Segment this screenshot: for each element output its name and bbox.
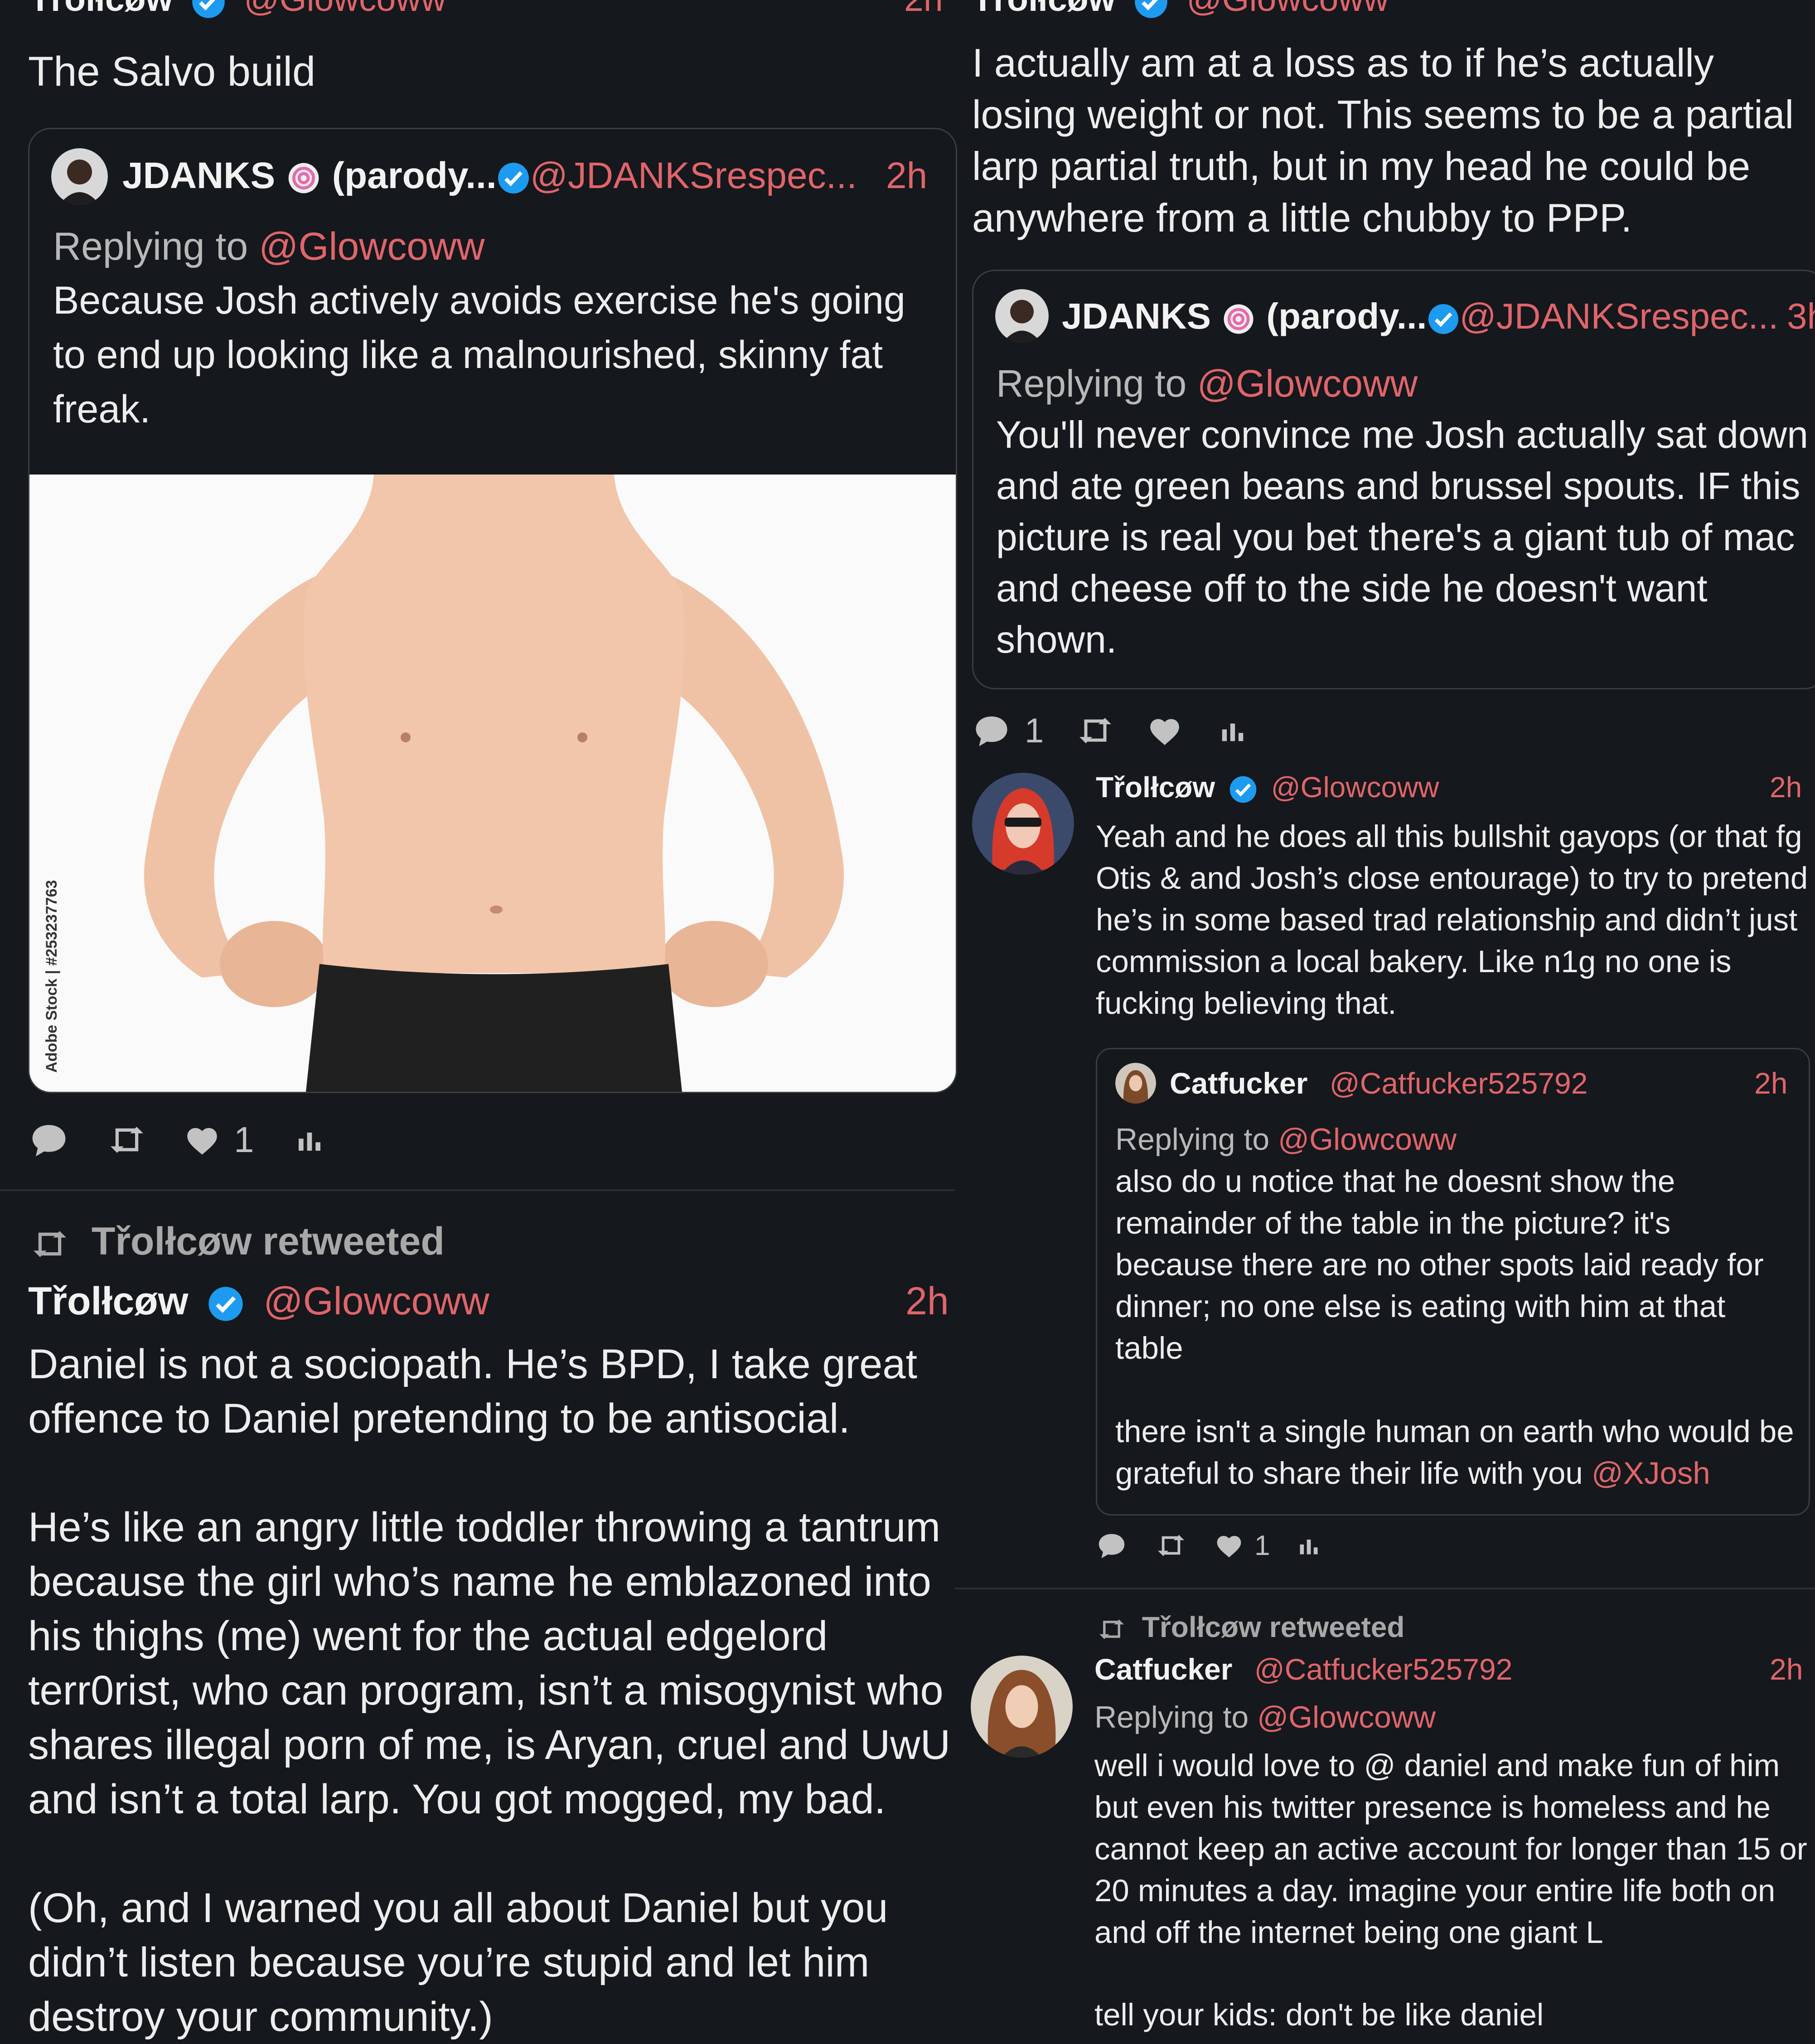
replying-to: Replying to @Glowcoww bbox=[1094, 1700, 1436, 1734]
tweet-time[interactable]: 2h bbox=[904, 0, 943, 17]
quoted-tweet[interactable]: Catfucker @Catfucker525792 2h Replying t… bbox=[1096, 1048, 1810, 1516]
user-handle[interactable]: @Catfucker525792 bbox=[1330, 1066, 1588, 1100]
analytics-icon[interactable] bbox=[1219, 717, 1247, 745]
quote-time[interactable]: 2h bbox=[886, 157, 927, 194]
user-handle[interactable]: @JDANKSrespec... bbox=[530, 155, 857, 196]
tweet-photo[interactable]: Adobe Stock | #253237763 bbox=[29, 475, 956, 1092]
tweet-time[interactable]: 2h bbox=[1770, 1654, 1803, 1684]
quote-time[interactable]: 3h bbox=[1787, 298, 1815, 334]
avatar[interactable] bbox=[51, 148, 108, 205]
display-name[interactable]: Catfucker bbox=[1094, 1652, 1232, 1686]
retweet-icon[interactable] bbox=[1075, 715, 1115, 746]
display-name[interactable]: Třolłcøw bbox=[972, 0, 1116, 19]
tweet-header: Třolłcøw @Glowcoww bbox=[972, 0, 1389, 19]
display-name[interactable]: JDANKS bbox=[122, 155, 275, 196]
verified-badge-icon bbox=[498, 163, 529, 194]
shirtless-torso-photo: Adobe Stock | #253237763 bbox=[29, 475, 956, 1092]
reply-count: 1 bbox=[1025, 711, 1044, 750]
avatar[interactable] bbox=[972, 773, 1074, 875]
verified-badge-icon bbox=[1135, 0, 1167, 18]
quote-header: JDANKS (parody... @JDANKSrespec... bbox=[122, 157, 857, 196]
tweet-paragraph: Daniel is not a sociopath. He’s BPD, I t… bbox=[28, 1341, 918, 1442]
verified-badge-icon bbox=[1229, 776, 1257, 803]
replying-to: Replying to @Glowcoww bbox=[996, 362, 1418, 405]
tweet-text: tell your kids: don't be like daniel bbox=[1094, 1997, 1544, 2032]
display-name[interactable]: Catfucker bbox=[1170, 1066, 1307, 1100]
tweet-time[interactable]: 2h bbox=[905, 1282, 949, 1321]
quote-text: also do u notice that he doesnt show the… bbox=[1115, 1164, 1764, 1366]
name-suffix: (parody... bbox=[1266, 296, 1427, 336]
display-name[interactable]: Třolłcøw bbox=[1096, 771, 1215, 804]
like-icon[interactable] bbox=[184, 1124, 220, 1156]
quoted-tweet[interactable]: JDANKS (parody... @JDANKSrespec... 3h Rep… bbox=[972, 270, 1815, 689]
tweet-time[interactable]: 2h bbox=[1770, 773, 1802, 802]
user-handle[interactable]: @JDANKSrespec... bbox=[1460, 296, 1779, 336]
retweet-icon[interactable] bbox=[106, 1124, 148, 1156]
retweet-label: Třolłcøw retweeted bbox=[1096, 1610, 1404, 1644]
tweet-divider bbox=[954, 1588, 1815, 1589]
reply-icon[interactable] bbox=[28, 1122, 70, 1158]
analytics-icon[interactable] bbox=[1297, 1534, 1321, 1557]
like-count: 1 bbox=[234, 1119, 254, 1160]
reply-icon[interactable] bbox=[972, 713, 1011, 748]
replying-to: Replying to @Glowcoww bbox=[1115, 1122, 1457, 1157]
tweet-header: Třolłcøw @Glowcoww bbox=[29, 0, 446, 19]
quote-time[interactable]: 2h bbox=[1754, 1068, 1787, 1098]
tweet-actions: 1 bbox=[972, 712, 1247, 750]
tweet-divider bbox=[0, 1189, 954, 1191]
quote-text: there isn't a single human on earth who … bbox=[1115, 1414, 1794, 1491]
tweet-header: Catfucker @Catfucker525792 bbox=[1094, 1654, 1512, 1684]
photo-watermark: Adobe Stock | #253237763 bbox=[43, 880, 60, 1073]
quote-header: Catfucker @Catfucker525792 bbox=[1170, 1068, 1588, 1098]
verified-badge-icon bbox=[192, 0, 225, 18]
tweet-paragraph: He’s like an angry little toddler throwi… bbox=[28, 1504, 951, 1822]
tweet-actions: 1 bbox=[28, 1119, 324, 1160]
name-suffix: (parody... bbox=[332, 155, 497, 196]
tweet-text: Yeah and he does all this bullshit gayop… bbox=[1096, 819, 1808, 1021]
tweet-text: The Salvo build bbox=[28, 48, 316, 95]
like-icon[interactable] bbox=[1215, 1532, 1244, 1559]
replying-to: Replying to @Glowcoww bbox=[53, 225, 485, 268]
quote-text: Because Josh actively avoids exercise he… bbox=[53, 279, 905, 431]
tweet-text: well i would love to @ daniel and make f… bbox=[1094, 1748, 1807, 1950]
mention-link[interactable]: @XJosh bbox=[1592, 1456, 1710, 1491]
quote-header: JDANKS (parody... @JDANKSrespec... bbox=[1062, 298, 1778, 337]
tweet-actions: 1 bbox=[1096, 1530, 1321, 1561]
retweet-icon[interactable] bbox=[1155, 1532, 1187, 1559]
verified-badge-icon bbox=[208, 1287, 243, 1321]
tweet-paragraph: (Oh, and I warned you all about Daniel b… bbox=[28, 1885, 888, 2040]
tweet-header: Třolłcøw @Glowcoww bbox=[1096, 773, 1439, 804]
verified-badge-icon bbox=[1428, 304, 1458, 334]
user-handle[interactable]: @Glowcoww bbox=[1186, 0, 1389, 19]
user-handle[interactable]: @Glowcoww bbox=[1271, 771, 1439, 804]
tweet-header: Třolłcøw @Glowcoww bbox=[28, 1282, 489, 1322]
display-name[interactable]: JDANKS bbox=[1062, 296, 1211, 336]
display-name[interactable]: Třolłcøw bbox=[29, 0, 173, 19]
retweet-label: Třolłcøw retweeted bbox=[28, 1219, 445, 1264]
like-count: 1 bbox=[1254, 1530, 1270, 1561]
retweet-icon bbox=[34, 1231, 66, 1258]
like-icon[interactable] bbox=[1147, 715, 1182, 746]
display-name[interactable]: Třolłcøw bbox=[28, 1279, 189, 1323]
user-handle[interactable]: @Glowcoww bbox=[244, 0, 446, 19]
retweet-icon bbox=[1099, 1619, 1124, 1639]
avatar[interactable] bbox=[1115, 1063, 1156, 1104]
quote-text: You'll never convince me Josh actually s… bbox=[996, 413, 1808, 661]
lollipop-icon bbox=[1224, 304, 1254, 334]
lollipop-icon bbox=[288, 163, 319, 194]
user-handle[interactable]: @Catfucker525792 bbox=[1254, 1652, 1513, 1686]
quoted-tweet[interactable]: JDANKS (parody... @JDANKSrespec... 2h Rep… bbox=[28, 128, 957, 1093]
avatar[interactable] bbox=[971, 1656, 1073, 1758]
analytics-icon[interactable] bbox=[295, 1125, 324, 1154]
tweet-text: I actually am at a loss as to if he’s ac… bbox=[972, 40, 1794, 240]
reply-icon[interactable] bbox=[1096, 1531, 1128, 1560]
user-handle[interactable]: @Glowcoww bbox=[263, 1279, 489, 1323]
avatar[interactable] bbox=[995, 289, 1049, 343]
